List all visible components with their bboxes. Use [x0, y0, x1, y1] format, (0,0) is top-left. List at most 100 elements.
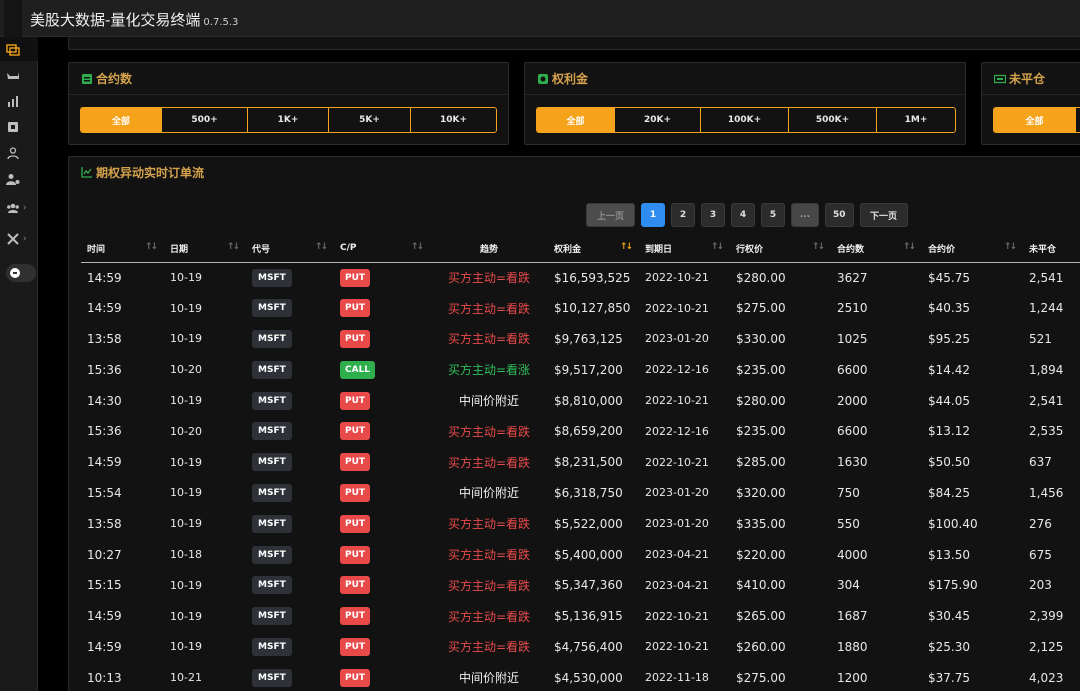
contracts-option-all[interactable]: 全部	[81, 108, 161, 132]
sidebar-collapse-toggle[interactable]	[6, 264, 36, 282]
table-row[interactable]: 10:13 10-21 MSFT PUT 中间价附近 $4,530,000 2022-11-…	[81, 662, 1080, 691]
filter-open-interest-header: 未平仓	[982, 63, 1080, 95]
sidebar-item-tools[interactable]: ›	[0, 227, 38, 251]
page-button-5[interactable]: 5	[761, 203, 785, 227]
sort-icon[interactable]: ↑↓	[411, 242, 424, 252]
table-row[interactable]: 14:59 10-19 MSFT PUT 买方主动=看跌 $4,756,400 2022-1…	[81, 632, 1080, 663]
sort-desc-icon[interactable]: ↑↓	[620, 242, 633, 252]
premium-option-1m[interactable]: 1M+	[876, 108, 955, 132]
column-header-time[interactable]: 时间 ↑↓	[81, 235, 164, 263]
table-row[interactable]: 15:15 10-19 MSFT PUT 买方主动=看跌 $5,347,360 2023-0…	[81, 570, 1080, 601]
sort-icon[interactable]: ↑↓	[711, 242, 724, 252]
column-header-open-interest[interactable]: 未平仓	[1023, 235, 1080, 263]
symbol-badge[interactable]: MSFT	[252, 360, 292, 379]
symbol-badge[interactable]: MSFT	[252, 483, 292, 502]
symbol-badge[interactable]: MSFT	[252, 422, 292, 441]
page-button-2[interactable]: 2	[671, 203, 695, 227]
sort-icon[interactable]: ↑↓	[315, 242, 328, 252]
sidebar-item-options-flow[interactable]	[0, 37, 38, 61]
open-interest-option-next[interactable]	[1075, 108, 1080, 132]
cell-trend: 中间价附近	[458, 486, 519, 501]
page-button-3[interactable]: 3	[701, 203, 725, 227]
table-row[interactable]: 14:59 10-19 MSFT PUT 买方主动=看跌 $10,127,850 2022-…	[81, 293, 1080, 324]
cell-date: 10-19	[170, 517, 202, 531]
cell-price: $37.75	[928, 670, 970, 685]
cell-contracts: 1687	[837, 609, 868, 624]
page-button-4[interactable]: 4	[731, 203, 755, 227]
sidebar-item-group[interactable]: ›	[0, 196, 38, 220]
sort-icon[interactable]: ↑↓	[227, 242, 240, 252]
open-interest-option-all[interactable]: 全部	[994, 108, 1075, 132]
column-header-premium[interactable]: 权利金 ↑↓	[548, 235, 639, 263]
column-header-date[interactable]: 日期 ↑↓	[164, 235, 246, 263]
table-row[interactable]: 14:59 10-19 MSFT PUT 买方主动=看跌 $5,136,915 2022-1…	[81, 601, 1080, 632]
app-title: 美股大数据-量化交易终端 0.7.5.3	[30, 9, 238, 30]
table-row[interactable]: 10:27 10-18 MSFT PUT 买方主动=看跌 $5,400,000 2023-0…	[81, 539, 1080, 570]
cell-date: 10-19	[170, 301, 202, 315]
symbol-badge[interactable]: MSFT	[252, 453, 292, 472]
sidebar-item-whale[interactable]	[0, 63, 38, 87]
premium-option-500k[interactable]: 500K+	[788, 108, 876, 132]
column-header-strike-label: 行权价	[736, 244, 764, 255]
cell-expiry: 2023-01-20	[645, 332, 709, 346]
table-row[interactable]: 13:58 10-19 MSFT PUT 买方主动=看跌 $9,763,125 2023-0…	[81, 324, 1080, 355]
table-row[interactable]: 15:54 10-19 MSFT PUT 中间价附近 $6,318,750 2023-01-…	[81, 478, 1080, 509]
sidebar-item-user-settings[interactable]	[0, 167, 38, 191]
column-header-cp[interactable]: C/P ↑↓	[334, 235, 430, 263]
cell-time: 15:54	[87, 485, 122, 500]
sidebar-item-user[interactable]	[0, 141, 38, 165]
cell-strike: $260.00	[736, 639, 786, 654]
sort-icon[interactable]: ↑↓	[145, 242, 158, 252]
page-button-last[interactable]: 50	[825, 203, 854, 227]
column-header-price[interactable]: 合约价 ↑↓	[922, 235, 1023, 263]
cell-cp: PUT	[334, 662, 430, 691]
premium-option-100k[interactable]: 100K+	[700, 108, 788, 132]
symbol-badge[interactable]: MSFT	[252, 607, 292, 626]
symbol-badge[interactable]: MSFT	[252, 514, 292, 533]
contracts-option-10k[interactable]: 10K+	[410, 108, 496, 132]
cell-trend: 买方主动=看跌	[447, 548, 531, 563]
premium-option-all[interactable]: 全部	[537, 108, 614, 132]
sidebar-item-chart[interactable]	[0, 89, 38, 113]
page-button-1[interactable]: 1	[641, 203, 665, 227]
column-header-strike[interactable]: 行权价 ↑↓	[730, 235, 831, 263]
table-row[interactable]: 14:30 10-19 MSFT PUT 中间价附近 $8,810,000 2022-10-…	[81, 385, 1080, 416]
window-grip	[4, 0, 22, 37]
cell-trend: 买方主动=看跌	[447, 578, 531, 593]
table-row[interactable]: 13:58 10-19 MSFT PUT 买方主动=看跌 $5,522,000 2023-0…	[81, 508, 1080, 539]
symbol-badge[interactable]: MSFT	[252, 545, 292, 564]
sort-icon[interactable]: ↑↓	[903, 242, 916, 252]
symbol-badge[interactable]: MSFT	[252, 391, 292, 410]
cell-open-interest: 276	[1029, 516, 1052, 531]
cell-cp: PUT	[334, 447, 430, 478]
symbol-badge[interactable]: MSFT	[252, 329, 292, 348]
column-header-symbol[interactable]: 代号 ↑↓	[246, 235, 334, 263]
cp-badge: PUT	[340, 422, 371, 441]
table-row[interactable]: 14:59 10-19 MSFT PUT 买方主动=看跌 $8,231,500 2022-1…	[81, 447, 1080, 478]
sidebar-item-calendar[interactable]	[0, 115, 38, 139]
symbol-badge[interactable]: MSFT	[252, 637, 292, 656]
options-flow-table-body: 14:59 10-19 MSFT PUT 买方主动=看跌 $16,593,525 2022-…	[81, 262, 1080, 691]
symbol-badge[interactable]: MSFT	[252, 576, 292, 595]
table-row[interactable]: 14:59 10-19 MSFT PUT 买方主动=看跌 $16,593,525 2022-…	[81, 262, 1080, 293]
sort-icon[interactable]: ↑↓	[812, 242, 825, 252]
prev-page-button[interactable]: 上一页	[586, 203, 635, 227]
symbol-badge[interactable]: MSFT	[252, 299, 292, 318]
sort-icon[interactable]: ↑↓	[1004, 242, 1017, 252]
contracts-option-1k[interactable]: 1K+	[247, 108, 328, 132]
premium-option-20k[interactable]: 20K+	[614, 108, 700, 132]
table-row[interactable]: 15:36 10-20 MSFT CALL 买方主动=看涨 $9,517,200 2022-…	[81, 354, 1080, 385]
options-flow-icon	[6, 44, 20, 56]
table-row[interactable]: 15:36 10-20 MSFT PUT 买方主动=看跌 $8,659,200 2022-1…	[81, 416, 1080, 447]
filter-contracts-title: 合约数	[96, 72, 133, 86]
cell-price: $40.35	[928, 301, 970, 316]
contracts-option-500[interactable]: 500+	[161, 108, 247, 132]
next-page-button[interactable]: 下一页	[859, 203, 908, 227]
symbol-badge[interactable]: MSFT	[252, 268, 292, 287]
cp-badge: PUT	[340, 391, 371, 410]
column-header-expiry[interactable]: 到期日 ↑↓	[639, 235, 730, 263]
symbol-badge[interactable]: MSFT	[252, 668, 292, 687]
column-header-contracts[interactable]: 合约数 ↑↓	[831, 235, 922, 263]
cell-trend: 买方主动=看跌	[447, 609, 531, 624]
contracts-option-5k[interactable]: 5K+	[328, 108, 410, 132]
